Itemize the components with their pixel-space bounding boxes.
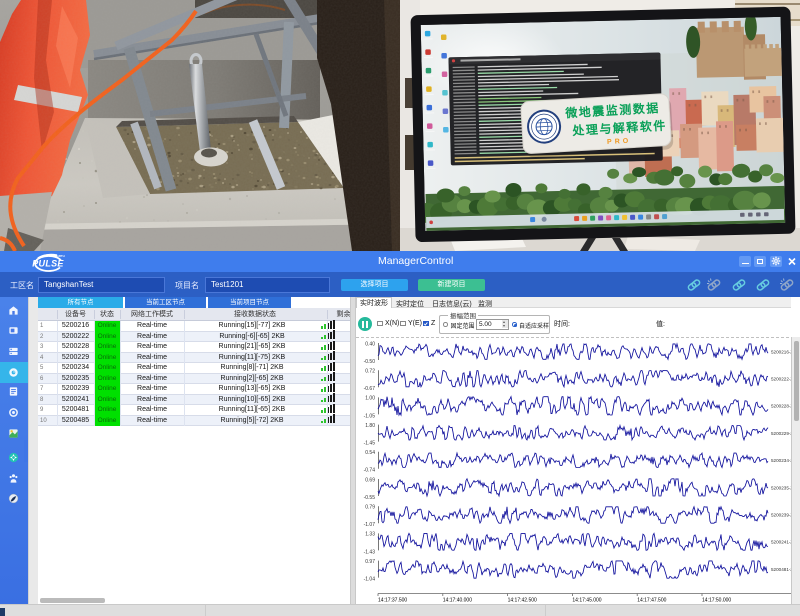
svg-text:1.80: 1.80 bbox=[365, 423, 375, 429]
svg-text:5200239-Z: 5200239-Z bbox=[771, 513, 791, 518]
svg-text:-0.55: -0.55 bbox=[364, 495, 376, 501]
svg-text:14:17:50.000: 14:17:50.000 bbox=[702, 598, 731, 604]
svg-text:5200228-Z: 5200228-Z bbox=[771, 404, 791, 409]
svg-text:5200216-Z: 5200216-Z bbox=[771, 349, 791, 354]
svg-text:14:17:47.500: 14:17:47.500 bbox=[637, 598, 666, 604]
svg-text:5200235-Z: 5200235-Z bbox=[771, 485, 791, 490]
svg-text:-1.05: -1.05 bbox=[364, 413, 376, 419]
svg-text:0.72: 0.72 bbox=[365, 369, 375, 375]
svg-text:0.54: 0.54 bbox=[365, 450, 375, 456]
svg-text:14:17:42.500: 14:17:42.500 bbox=[508, 598, 537, 604]
svg-text:0.69: 0.69 bbox=[365, 477, 375, 483]
svg-text:-0.50: -0.50 bbox=[364, 359, 376, 365]
svg-text:-1.07: -1.07 bbox=[364, 522, 376, 528]
svg-text:1.00: 1.00 bbox=[365, 396, 375, 402]
svg-text:14:17:40.000: 14:17:40.000 bbox=[443, 598, 472, 604]
svg-text:0.40: 0.40 bbox=[365, 341, 375, 347]
svg-text:5200241-Z: 5200241-Z bbox=[771, 540, 791, 545]
svg-text:-1.43: -1.43 bbox=[364, 549, 376, 555]
svg-text:-0.74: -0.74 bbox=[364, 468, 376, 474]
svg-text:5200234-Z: 5200234-Z bbox=[771, 458, 791, 463]
svg-text:0.79: 0.79 bbox=[365, 505, 375, 511]
svg-text:-0.67: -0.67 bbox=[364, 386, 376, 392]
svg-text:14:17:37.500: 14:17:37.500 bbox=[378, 598, 407, 604]
svg-text:PRO: PRO bbox=[607, 138, 632, 146]
svg-text:EARTH: EARTH bbox=[55, 254, 65, 258]
svg-text:-1.45: -1.45 bbox=[364, 441, 376, 447]
svg-text:-1.04: -1.04 bbox=[364, 577, 376, 583]
svg-text:14:17:45.000: 14:17:45.000 bbox=[572, 598, 601, 604]
svg-text:0.97: 0.97 bbox=[365, 559, 375, 565]
svg-text:5200222-Z: 5200222-Z bbox=[771, 377, 791, 382]
svg-text:5200229-Z: 5200229-Z bbox=[771, 431, 791, 436]
svg-text:5200481-Z: 5200481-Z bbox=[771, 567, 791, 572]
svg-text:1.33: 1.33 bbox=[365, 532, 375, 538]
